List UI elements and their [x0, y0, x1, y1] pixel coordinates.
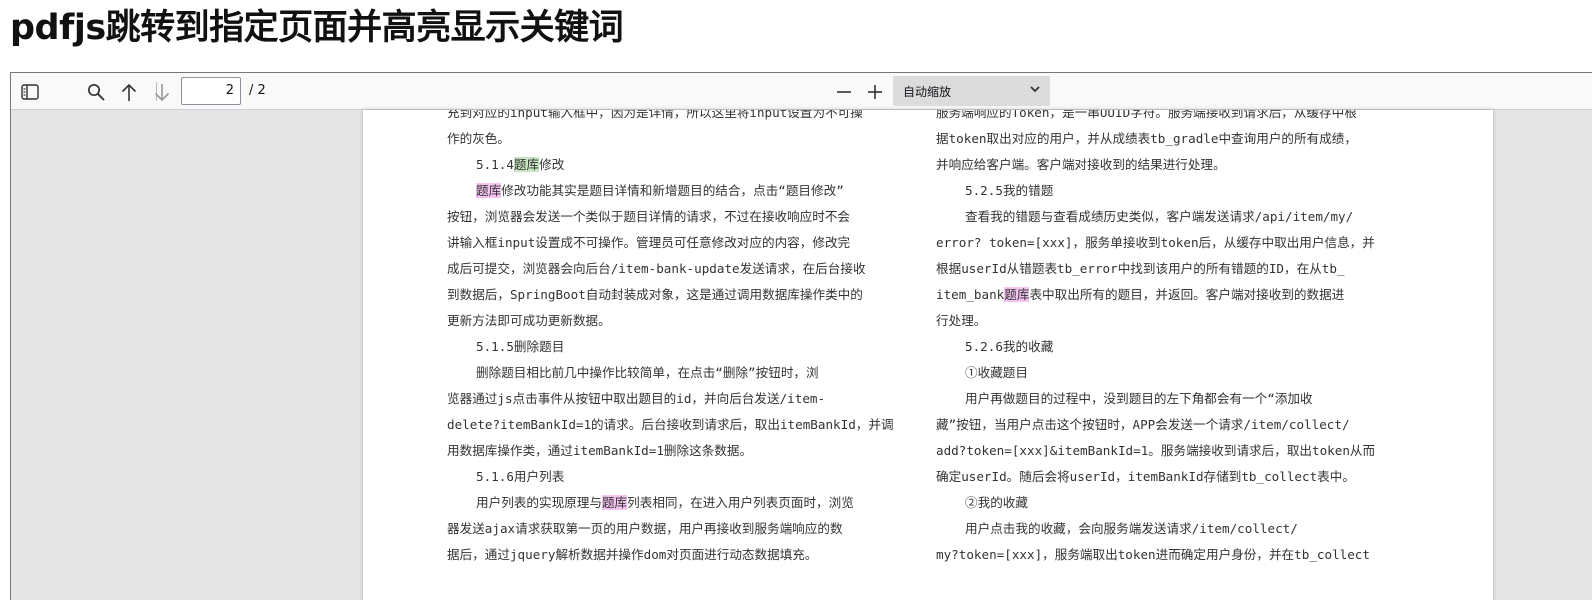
text-line: my?token=[xxx]，服务端取出token进而确定用户身份，并在tb_c…	[936, 547, 1370, 562]
page-title: pdfjs跳转到指定页面并高亮显示关键词	[10, 8, 624, 48]
plus-icon	[868, 85, 882, 99]
section-heading: 5.1.4题库修改	[447, 152, 909, 178]
text-line: delete?itemBankId=1的请求。后台接收到请求后，取出itemBa…	[447, 417, 894, 432]
page-number-input[interactable]: 2	[181, 77, 241, 105]
text-line: 据token取出对应的用户，并从成绩表tb_gradle中查询用户的所有成绩，	[936, 131, 1357, 146]
text-line: error? token=[xxx]，服务单接收到token后，从缓存中取出用户…	[936, 235, 1375, 250]
text-line: 行处理。	[936, 313, 987, 328]
zoom-select[interactable]: 自动缩放	[893, 76, 1050, 106]
page-count: / 2	[249, 83, 266, 98]
sidebar-toggle-icon	[21, 84, 39, 100]
highlight-match: 题库	[1004, 287, 1030, 302]
section-heading: 5.2.5我的错题	[965, 183, 1054, 198]
pdf-page: 充到对应的input输入框中，因为是详情，所以这里将input设置为不可操 作的…	[363, 110, 1493, 600]
text-line: 根据userId从错题表tb_error中找到该用户的所有错题的ID，在从tb_	[936, 261, 1345, 276]
text-line: 充到对应的input输入框中，因为是详情，所以这里将input设置为不可操	[447, 110, 863, 120]
text-line: 览器通过js点击事件从按钮中取出题目的id，并向后台发送/item-	[447, 391, 826, 406]
zoom-value: 自动缩放	[903, 85, 952, 99]
text-line: 查看我的错题与查看成绩历史类似，客户端发送请求/api/item/my/	[965, 209, 1354, 224]
text-line: 用户点击我的收藏，会向服务端发送请求/item/collect/	[965, 521, 1298, 536]
text-line: 题库修改功能其实是题目详情和新增题目的结合，点击“题目修改”	[447, 178, 909, 204]
text-line: 讲输入框input设置成不可操作。管理员可任意修改对应的内容，修改完	[447, 235, 851, 250]
text-line: 作的灰色。	[447, 131, 510, 146]
text-span: 列表相同，在进入用户列表页面时，浏览	[627, 495, 854, 510]
text-line: item_bank题库表中取出所有的题目，并返回。客户端对接收到的数据进	[936, 282, 1400, 308]
text-line: 删除题目相比前几中操作比较简单，在点击“删除”按钮时，浏	[476, 365, 819, 380]
text-span: 表中取出所有的题目，并返回。客户端对接收到的数据进	[1029, 287, 1345, 302]
text-line: 按钮，浏览器会发送一个类似于题目详情的请求，不过在接收响应时不会	[447, 209, 850, 224]
text-line: 服务端响应的Token，是一串UUID字符。服务端接收到请求后，从缓存中根	[936, 110, 1357, 120]
text-line: 器发送ajax请求获取第一页的用户数据，用户再接收到服务端响应的数	[447, 521, 843, 536]
section-heading: 5.1.5删除题目	[476, 339, 565, 354]
next-page-button[interactable]	[149, 79, 175, 105]
arrow-down-icon	[154, 83, 170, 101]
text-line: 到数据后，SpringBoot自动封装成对象，这是通过调用数据库操作类中的	[447, 287, 863, 302]
text-span: item_bank	[936, 287, 1005, 302]
text-line: 更新方法即可成功更新数据。	[447, 313, 611, 328]
pdf-toolbar: 2 / 2 自动缩放	[11, 73, 1592, 110]
text-span: 修改功能其实是题目详情和新增题目的结合，点击“题目修改”	[501, 183, 844, 198]
highlight-match: 题库	[476, 183, 502, 198]
section-heading: 5.1.6用户列表	[476, 469, 565, 484]
minus-icon	[837, 91, 851, 93]
text-line: 用户列表的实现原理与题库列表相同，在进入用户列表页面时，浏览	[447, 490, 909, 516]
section-subheading: ②我的收藏	[965, 495, 1028, 510]
section-heading: 5.2.6我的收藏	[965, 339, 1054, 354]
text-line: add?token=[xxx]&itemBankId=1。服务端接收到请求后，取…	[936, 443, 1376, 458]
text-line: 并响应给客户端。客户端对接收到的结果进行处理。	[936, 157, 1226, 172]
text-line: 用户再做题目的过程中，没到题目的左下角都会有一个“添加收	[965, 391, 1313, 406]
zoom-in-button[interactable]	[862, 79, 888, 105]
page-right-column: 服务端响应的Token，是一串UUID字符。服务端接收到请求后，从缓存中根 据t…	[936, 110, 1400, 568]
text-line: 藏”按钮，当用户点击这个按钮时，APP会发送一个请求/item/collect/	[936, 417, 1350, 432]
text-line: 用数据库操作类，通过itemBankId=1删除这条数据。	[447, 443, 753, 458]
pdf-viewer: 2 / 2 自动缩放 充到对应的input输入框中，因为是详情，所以这里将inp…	[10, 72, 1592, 600]
heading-text: 修改	[539, 157, 565, 172]
section-subheading: ①收藏题目	[965, 365, 1028, 380]
find-button[interactable]	[83, 79, 109, 105]
text-line: 成后可提交，浏览器会向后台/item-bank-update发送请求，在后台接收	[447, 261, 866, 276]
zoom-out-button[interactable]	[831, 79, 857, 105]
text-line: 确定userId。随后会将userId，itemBankId存储到tb_coll…	[936, 469, 1355, 484]
search-icon	[87, 83, 105, 101]
text-line: 据后，通过jquery解析数据并操作dom对页面进行动态数据填充。	[447, 547, 818, 562]
text-span: 用户列表的实现原理与	[476, 495, 602, 510]
page-left-column: 充到对应的input输入框中，因为是详情，所以这里将input设置为不可操 作的…	[447, 110, 909, 568]
heading-number: 5.1.4	[476, 157, 514, 172]
arrow-up-icon	[121, 83, 137, 101]
chevron-down-icon	[1030, 86, 1040, 93]
sidebar-toggle-button[interactable]	[17, 79, 43, 105]
highlight-match: 题库	[601, 495, 628, 510]
highlight-match: 题库	[513, 157, 540, 172]
previous-page-button[interactable]	[116, 79, 142, 105]
